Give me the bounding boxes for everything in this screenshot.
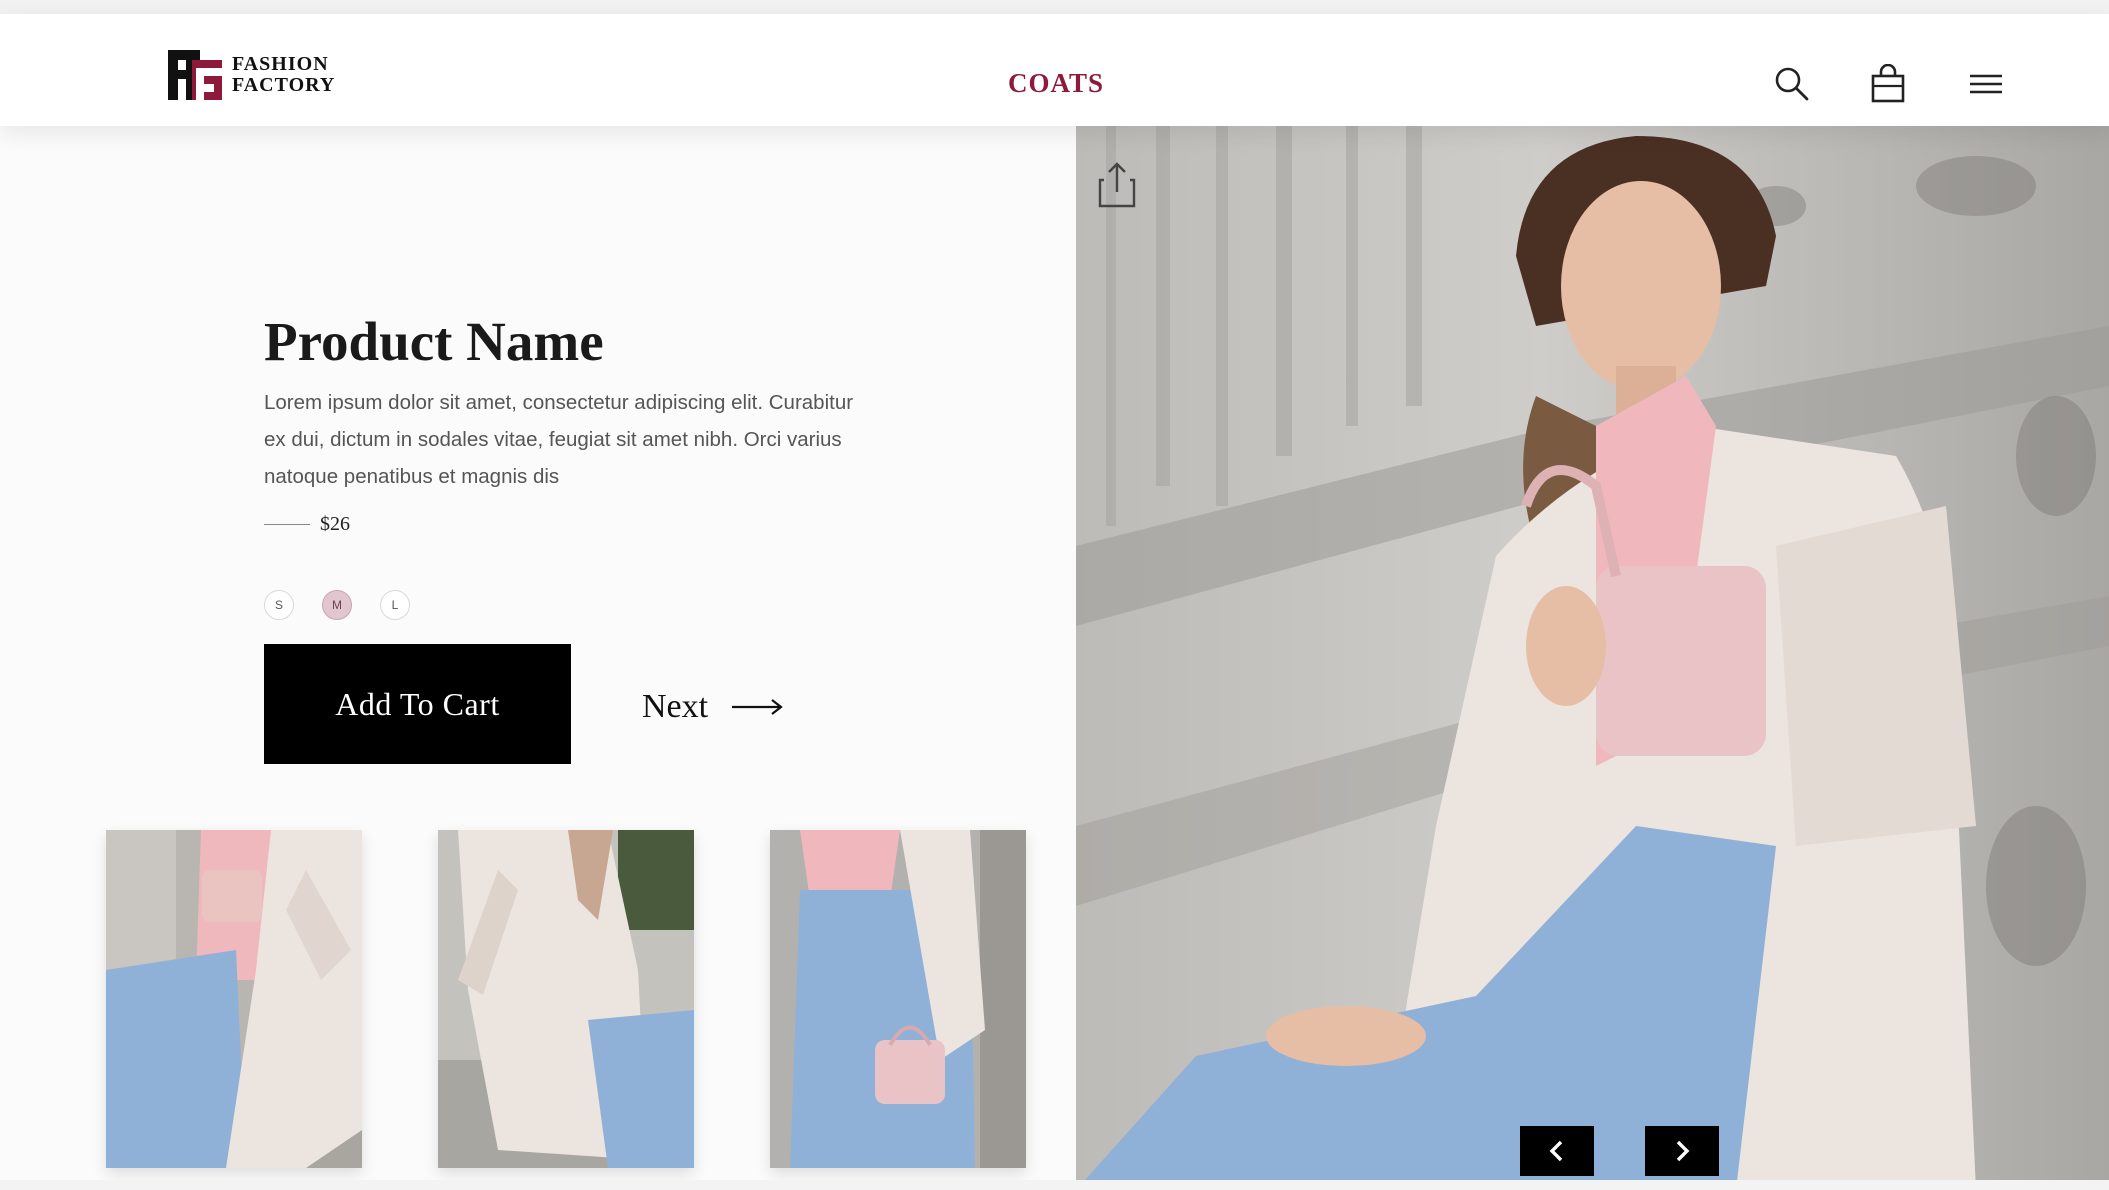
brand-line-2: FACTORY	[232, 74, 336, 96]
category-title[interactable]: COATS	[1008, 68, 1104, 99]
brand-logo[interactable]: FASHION FACTORY	[168, 50, 335, 100]
thumbnail-image	[438, 830, 694, 1168]
search-button[interactable]	[1770, 62, 1814, 106]
chevron-left-icon	[1549, 1140, 1563, 1162]
shopping-bag-icon	[1871, 64, 1905, 103]
thumbnail-image	[770, 830, 1026, 1168]
size-option-s[interactable]: S	[264, 590, 294, 620]
product-name: Product Name	[264, 311, 604, 372]
bottom-border	[0, 1180, 2109, 1190]
size-label: S	[274, 598, 283, 612]
product-thumbnail-2[interactable]	[438, 830, 694, 1168]
carousel-next-button[interactable]	[1645, 1126, 1719, 1176]
size-option-m[interactable]: M	[322, 590, 352, 620]
price-divider	[264, 524, 310, 525]
size-option-l[interactable]: L	[380, 590, 410, 620]
product-price: $26	[320, 513, 350, 535]
chevron-right-icon	[1676, 1140, 1690, 1162]
brand-wordmark: FASHION FACTORY	[232, 54, 335, 96]
share-button[interactable]	[1094, 160, 1140, 210]
add-to-cart-button[interactable]: Add To Cart	[264, 644, 571, 764]
brand-line-1: FASHION	[232, 53, 329, 75]
carousel-prev-button[interactable]	[1520, 1126, 1594, 1176]
thumbnail-image	[106, 830, 362, 1168]
hamburger-menu-icon	[1970, 74, 2002, 94]
hero-photo	[1076, 126, 2109, 1190]
arrow-right-icon	[732, 699, 783, 715]
share-icon	[1098, 162, 1136, 208]
product-thumbnail-3[interactable]	[770, 830, 1026, 1168]
next-product-link[interactable]: Next	[642, 688, 784, 726]
search-icon	[1775, 67, 1809, 101]
product-description: Lorem ipsum dolor sit amet, consectetur …	[264, 391, 854, 488]
size-label: M	[332, 598, 342, 612]
logo-mark-icon	[168, 50, 222, 100]
size-label: L	[391, 598, 399, 612]
menu-button[interactable]	[1964, 62, 2008, 106]
site-header: FASHION FACTORY COATS	[0, 14, 2109, 126]
hero-product-image	[1076, 126, 2109, 1190]
product-thumbnail-1[interactable]	[106, 830, 362, 1168]
next-label: Next	[642, 688, 709, 725]
cart-button[interactable]	[1866, 62, 1910, 106]
top-border	[0, 0, 2109, 14]
